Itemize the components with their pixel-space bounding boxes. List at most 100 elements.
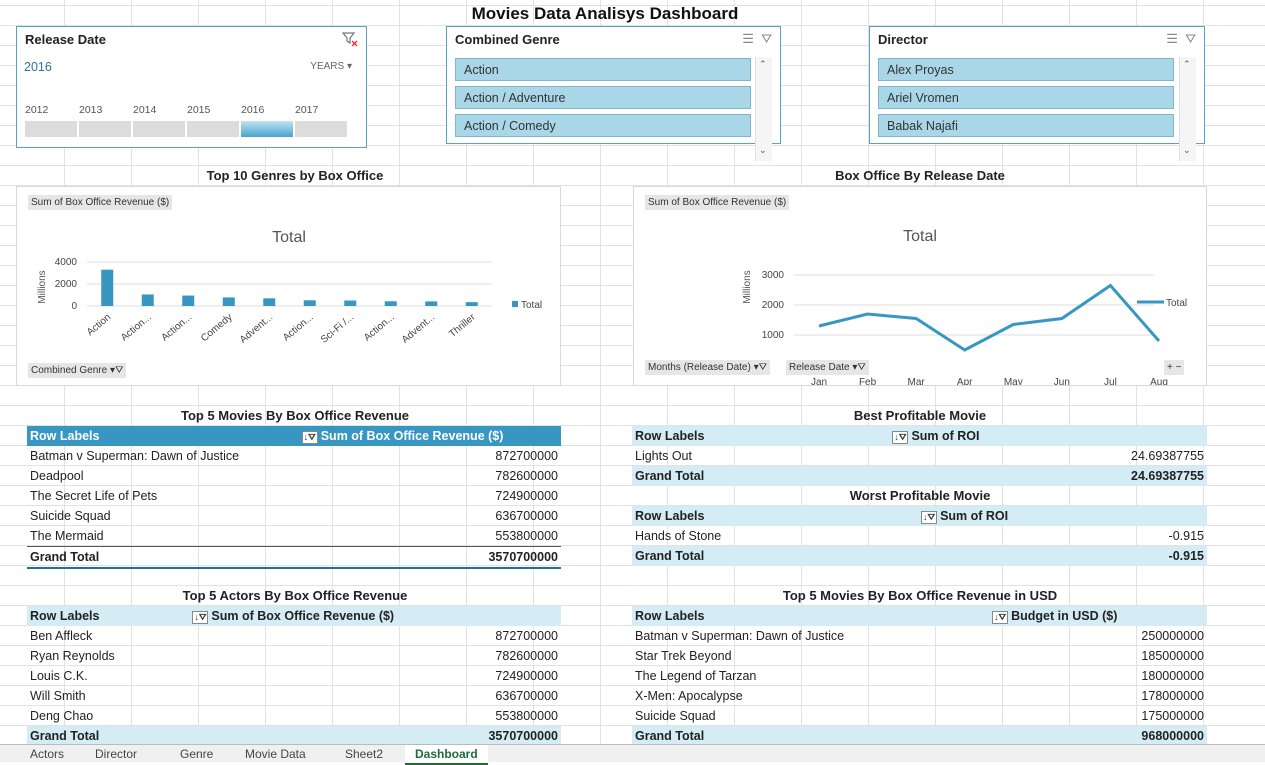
filter-field-button[interactable]: Release Date ▾⛛ (786, 360, 869, 375)
slicer-item[interactable]: Babak Najafi (878, 114, 1174, 137)
timeline-period-cell[interactable] (79, 121, 131, 137)
release-date-slicer[interactable]: Release Date 2016 YEARS ▾ 2012 2013 2014 20… (16, 26, 367, 148)
table-header-row: Row Labels ↓⛛ Budget in USD ($) (632, 606, 1207, 626)
table-row[interactable]: Hands of Stone -0.915 (632, 526, 1207, 546)
row-label: Star Trek Beyond (635, 649, 732, 663)
column-header[interactable]: ↓⛛ Sum of ROI (889, 426, 1207, 446)
table-row[interactable]: Batman v Superman: Dawn of Justice 250000… (632, 626, 1207, 646)
period-label: YEARS (310, 61, 345, 72)
director-slicer[interactable]: Director ☰ ⛛ Alex Proyas Ariel Vromen Ba… (869, 26, 1205, 161)
column-header[interactable]: ↓⛛ Sum of Box Office Revenue ($) (298, 426, 561, 446)
table-row[interactable]: The Secret Life of Pets 724900000 (27, 486, 561, 506)
table-row[interactable]: Ryan Reynolds 782600000 (27, 646, 561, 666)
slicer-scrollbar[interactable]: ⌃ ⌄ (1179, 57, 1196, 161)
table-row[interactable]: Deng Chao 553800000 (27, 706, 561, 726)
grand-total-row: Grand Total -0.915 (632, 546, 1207, 566)
sheet-tab-actors[interactable]: Actors (30, 747, 64, 761)
release-date-line-chart[interactable]: Sum of Box Office Revenue ($) Total Milli… (633, 186, 1207, 386)
column-header[interactable]: ↓⛛ Sum of ROI (918, 506, 1207, 526)
genre-bar-chart[interactable]: Sum of Box Office Revenue ($) Total Milli… (16, 186, 561, 386)
table-row[interactable]: The Mermaid 553800000 (27, 526, 561, 547)
table-row[interactable]: Suicide Squad 636700000 (27, 506, 561, 526)
grand-total-row: Grand Total 3570700000 (27, 546, 561, 568)
timeline-year-label: 2013 (79, 104, 103, 116)
column-header: Row Labels (632, 426, 890, 446)
table-row[interactable]: Star Trek Beyond 185000000 (632, 646, 1207, 666)
row-label: Lights Out (635, 449, 692, 463)
slicer-item[interactable]: Alex Proyas (878, 58, 1174, 81)
x-tick-label: May (1004, 377, 1023, 385)
column-header-label: Sum of Box Office Revenue ($) (320, 428, 504, 443)
minus-icon[interactable]: − (1176, 362, 1182, 373)
legend-swatch (512, 301, 518, 307)
scroll-down-icon[interactable]: ⌄ (1183, 145, 1191, 156)
sort-filter-icon[interactable]: ↓⛛ (921, 510, 938, 524)
sort-filter-icon[interactable]: ↓⛛ (301, 430, 318, 444)
table-row[interactable]: The Legend of Tarzan 180000000 (632, 666, 1207, 686)
row-value: -0.915 (1168, 529, 1204, 543)
filter-icon[interactable]: ⛛ (1185, 31, 1196, 46)
column-header[interactable]: ↓⛛ Sum of Box Office Revenue ($) (189, 606, 561, 626)
timeline-period-cell[interactable] (25, 121, 77, 137)
bar (465, 302, 478, 306)
slicer-item[interactable]: Action / Comedy (455, 114, 751, 137)
bar-chart-svg: TotalMillions020004000Action Action... Act… (37, 229, 542, 346)
table-row[interactable]: X-Men: Apocalypse 178000000 (632, 686, 1207, 706)
selected-year: 2016 (24, 60, 52, 74)
table-row[interactable]: Ben Affleck 872700000 (27, 626, 561, 646)
scroll-up-icon[interactable]: ⌃ (759, 59, 767, 70)
slicer-scrollbar[interactable]: ⌃ ⌄ (755, 57, 772, 161)
table-row[interactable]: Suicide Squad 175000000 (632, 706, 1207, 726)
multiselect-icon[interactable]: ☰ (742, 31, 754, 46)
sheet-tab-movie-data[interactable]: Movie Data (245, 747, 306, 761)
chart-title: Total (903, 228, 937, 245)
row-label: Deng Chao (30, 709, 94, 723)
timeline-period-cell[interactable] (187, 121, 239, 137)
clear-filter-icon[interactable] (341, 31, 358, 50)
row-value: 178000000 (1141, 689, 1204, 703)
table-header-row: Row Labels ↓⛛ Sum of Box Office Revenue ($… (27, 606, 561, 626)
table-row[interactable]: Deadpool 782600000 (27, 466, 561, 486)
slicer-item[interactable]: Action / Adventure (455, 86, 751, 109)
period-dropdown[interactable]: YEARS ▾ (310, 61, 352, 72)
scroll-up-icon[interactable]: ⌃ (1183, 59, 1191, 70)
filter-icon[interactable]: ⛛ (761, 31, 772, 46)
table-row[interactable]: Will Smith 636700000 (27, 686, 561, 706)
sheet-tab-sheet2[interactable]: Sheet2 (345, 747, 383, 761)
slicer-item[interactable]: Ariel Vromen (878, 86, 1174, 109)
scroll-down-icon[interactable]: ⌄ (759, 145, 767, 156)
filter-field-button[interactable]: Combined Genre ▾⛛ (28, 363, 127, 378)
bar (263, 298, 276, 306)
x-tick-label: Aug (1150, 377, 1168, 385)
timeline-period-cell[interactable] (241, 121, 293, 137)
table-row[interactable]: Louis C.K. 724900000 (27, 666, 561, 686)
sort-filter-icon[interactable]: ↓⛛ (892, 430, 909, 444)
sort-filter-icon[interactable]: ↓⛛ (992, 610, 1009, 624)
column-header-label: Budget in USD ($) (1011, 608, 1118, 623)
timeline-period-cell[interactable] (295, 121, 347, 137)
combined-genre-slicer[interactable]: Combined Genre ☰ ⛛ Action Action / Adven… (446, 26, 781, 161)
slicer-item[interactable]: Action (455, 58, 751, 81)
x-tick-label: Comedy (199, 312, 235, 344)
table-row[interactable]: Batman v Superman: Dawn of Justice 872700… (27, 446, 561, 466)
sheet-tab-dashboard[interactable]: Dashboard (405, 745, 488, 765)
plus-icon[interactable]: + (1167, 362, 1173, 373)
filter-field-button[interactable]: Months (Release Date) ▾⛛ (645, 360, 771, 375)
expand-collapse-buttons[interactable]: + − (1164, 360, 1185, 375)
row-label: The Legend of Tarzan (635, 669, 757, 683)
timeline-period-cell[interactable] (133, 121, 185, 137)
column-header[interactable]: ↓⛛ Budget in USD ($) (989, 606, 1207, 626)
row-value: 250000000 (1141, 629, 1204, 643)
filter-field-label: Combined Genre (31, 365, 108, 376)
sort-filter-icon[interactable]: ↓⛛ (192, 610, 209, 624)
grand-total-label: Grand Total (632, 546, 919, 566)
grand-total-value: 3570700000 (298, 546, 561, 568)
sheet-tab-director[interactable]: Director (95, 747, 137, 761)
sheet-tab-genre[interactable]: Genre (180, 747, 213, 761)
column-header: Row Labels (27, 426, 299, 446)
y-tick-label: 3000 (762, 270, 785, 281)
multiselect-icon[interactable]: ☰ (1166, 31, 1178, 46)
timeline-bar[interactable] (25, 121, 355, 137)
row-label: Suicide Squad (30, 509, 111, 523)
table-row[interactable]: Lights Out 24.69387755 (632, 446, 1207, 466)
